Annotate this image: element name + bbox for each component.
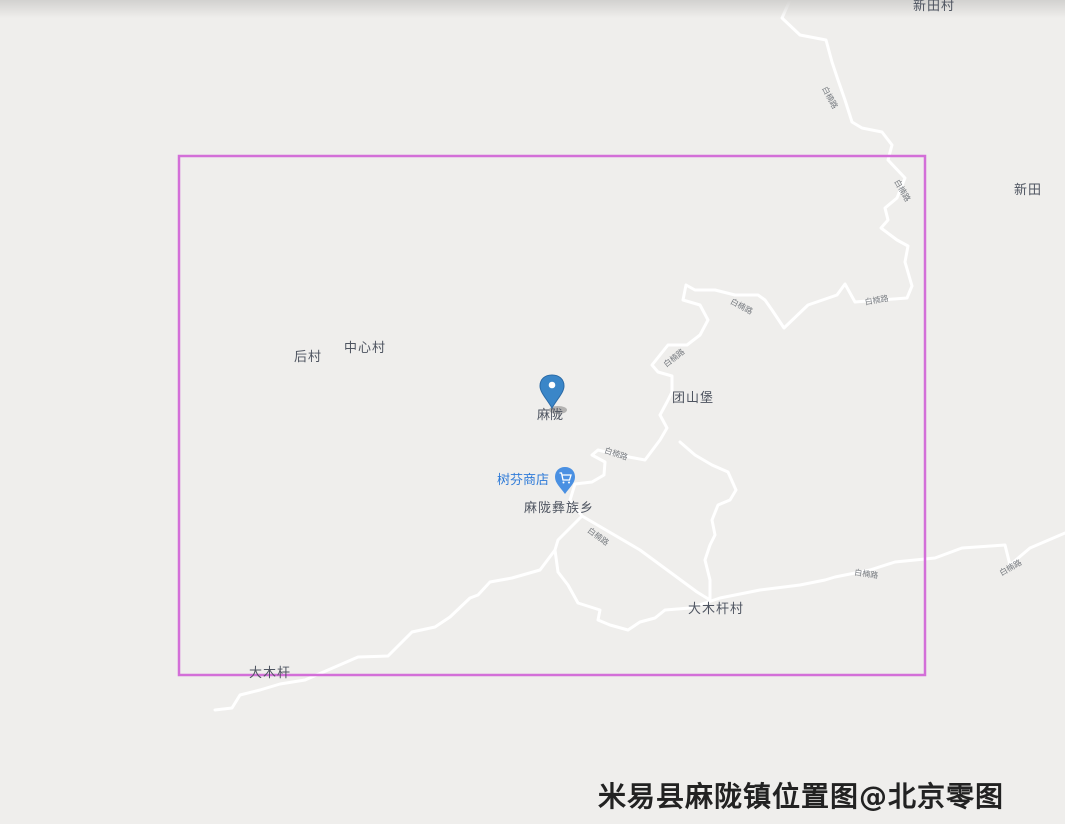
place-label-damuqiancun[interactable]: 大木杆村 — [688, 602, 744, 618]
road — [678, 440, 738, 602]
place-label-xintian[interactable]: 新田 — [1014, 183, 1042, 199]
place-label-malong-township[interactable]: 麻陇彝族乡 — [524, 501, 594, 517]
place-label-houcun[interactable]: 后村 — [294, 350, 322, 366]
road — [553, 531, 1065, 632]
marker-dot — [548, 381, 556, 389]
place-label-zhongxincun[interactable]: 中心村 — [344, 341, 386, 357]
top-shadow — [0, 0, 1065, 18]
place-label-xintiancun[interactable]: 新田村 — [913, 0, 955, 15]
place-label-tuanshanbao[interactable]: 团山堡 — [672, 391, 714, 407]
map-canvas[interactable] — [0, 0, 1065, 824]
place-label-damuqian[interactable]: 大木杆 — [249, 666, 291, 682]
place-label-malong[interactable]: 麻陇 — [537, 408, 563, 424]
road — [580, 514, 712, 602]
location-pin-icon — [539, 374, 565, 409]
shop-label[interactable]: 树芬商店 — [497, 473, 549, 489]
map-title-watermark: 米易县麻陇镇位置图@北京零图 — [598, 780, 1005, 813]
